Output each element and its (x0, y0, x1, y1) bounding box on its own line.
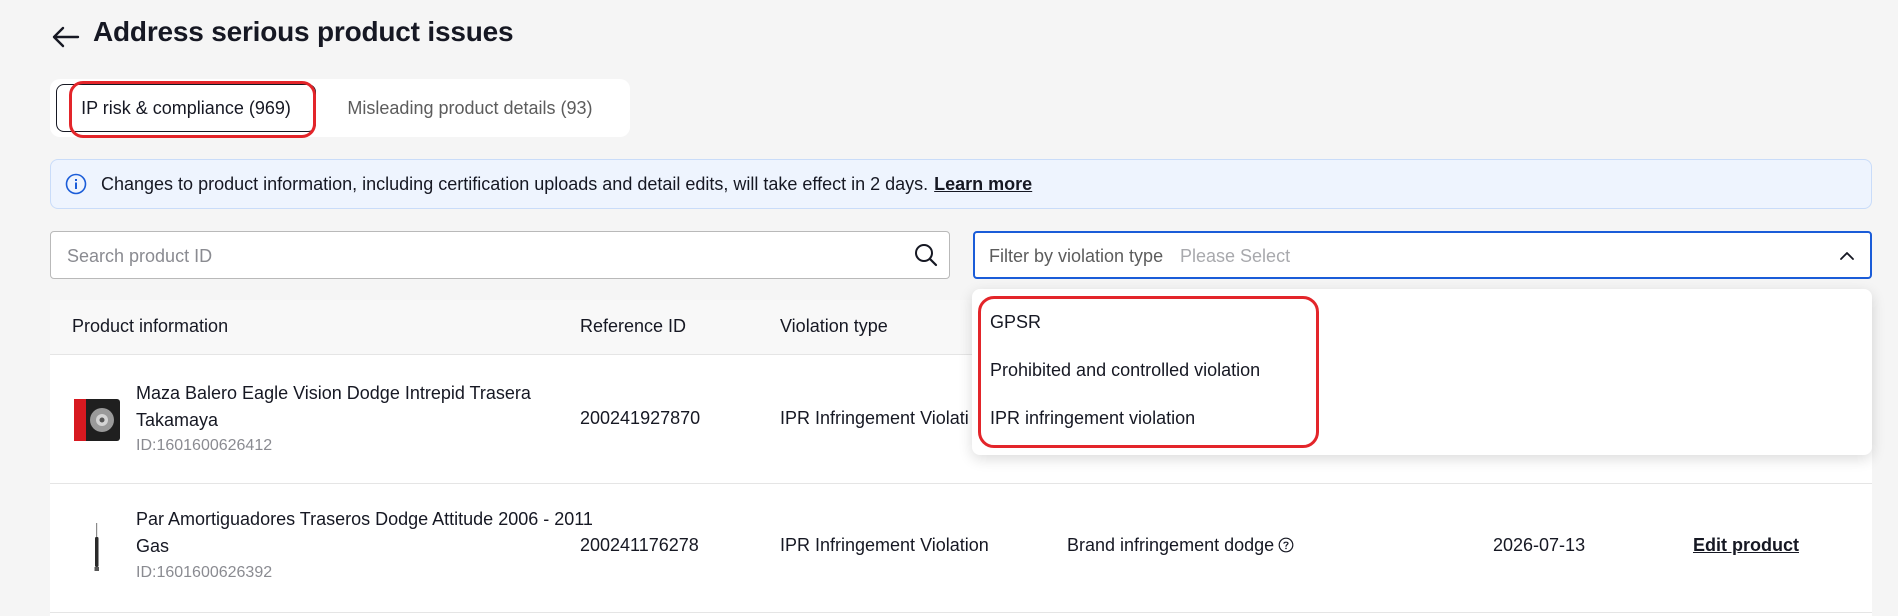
deadline-date: 2026-07-13 (1493, 535, 1586, 555)
violation-reason-text: Brand infringement dodge (1067, 535, 1275, 555)
violation-type-dropdown: GPSR Prohibited and controlled violation… (972, 289, 1872, 455)
reference-id: 200241927870 (580, 408, 701, 428)
info-icon (65, 173, 87, 195)
header-reference-id: Reference ID (580, 316, 687, 336)
info-banner: Changes to product information, includin… (50, 159, 1872, 209)
banner-text: Changes to product information, includin… (101, 173, 929, 194)
violation-type-filter[interactable]: Filter by violation type Please Select (973, 231, 1872, 279)
product-thumbnail (74, 399, 120, 441)
tab-misleading-product-details[interactable]: Misleading product details (93) (330, 79, 610, 137)
option-gpsr[interactable]: GPSR (990, 312, 1041, 333)
product-name: Maza Balero Eagle Vision Dodge Intrepid … (136, 383, 531, 430)
product-name: Par Amortiguadores Traseros Dodge Attitu… (136, 509, 593, 556)
back-arrow-icon[interactable] (48, 22, 84, 52)
violation-reason: Brand infringement dodge (1067, 535, 1294, 556)
product-id: ID:1601600626392 (136, 564, 273, 581)
tab-group: IP risk & compliance (969) Misleading pr… (50, 79, 630, 137)
table-row: Par Amortiguadores Traseros Dodge Attitu… (50, 484, 1872, 613)
page-title: Address serious product issues (93, 16, 514, 47)
search-input[interactable] (65, 232, 889, 280)
tab-ip-risk-compliance[interactable]: IP risk & compliance (969) (56, 84, 316, 132)
header-violation-type: Violation type (780, 316, 888, 336)
product-thumbnail (94, 523, 99, 571)
violation-type: IPR Infringement Violation (780, 535, 989, 555)
option-prohibited-controlled[interactable]: Prohibited and controlled violation (990, 360, 1260, 381)
search-icon[interactable] (913, 242, 939, 268)
search-box (50, 231, 950, 280)
violation-type: IPR Infringement Violati (780, 408, 969, 428)
edit-product-link[interactable]: Edit product (1693, 535, 1799, 556)
filter-label: Filter by violation type (989, 246, 1164, 266)
product-id: ID:1601600626412 (136, 437, 273, 454)
help-icon[interactable] (1278, 537, 1294, 553)
filter-placeholder: Please Select (1180, 246, 1291, 266)
learn-more-link[interactable]: Learn more (934, 174, 1032, 195)
reference-id: 200241176278 (580, 535, 699, 555)
header-product-information: Product information (72, 316, 229, 336)
chevron-up-icon[interactable] (1838, 247, 1856, 265)
option-ipr-infringement[interactable]: IPR infringement violation (990, 408, 1195, 429)
